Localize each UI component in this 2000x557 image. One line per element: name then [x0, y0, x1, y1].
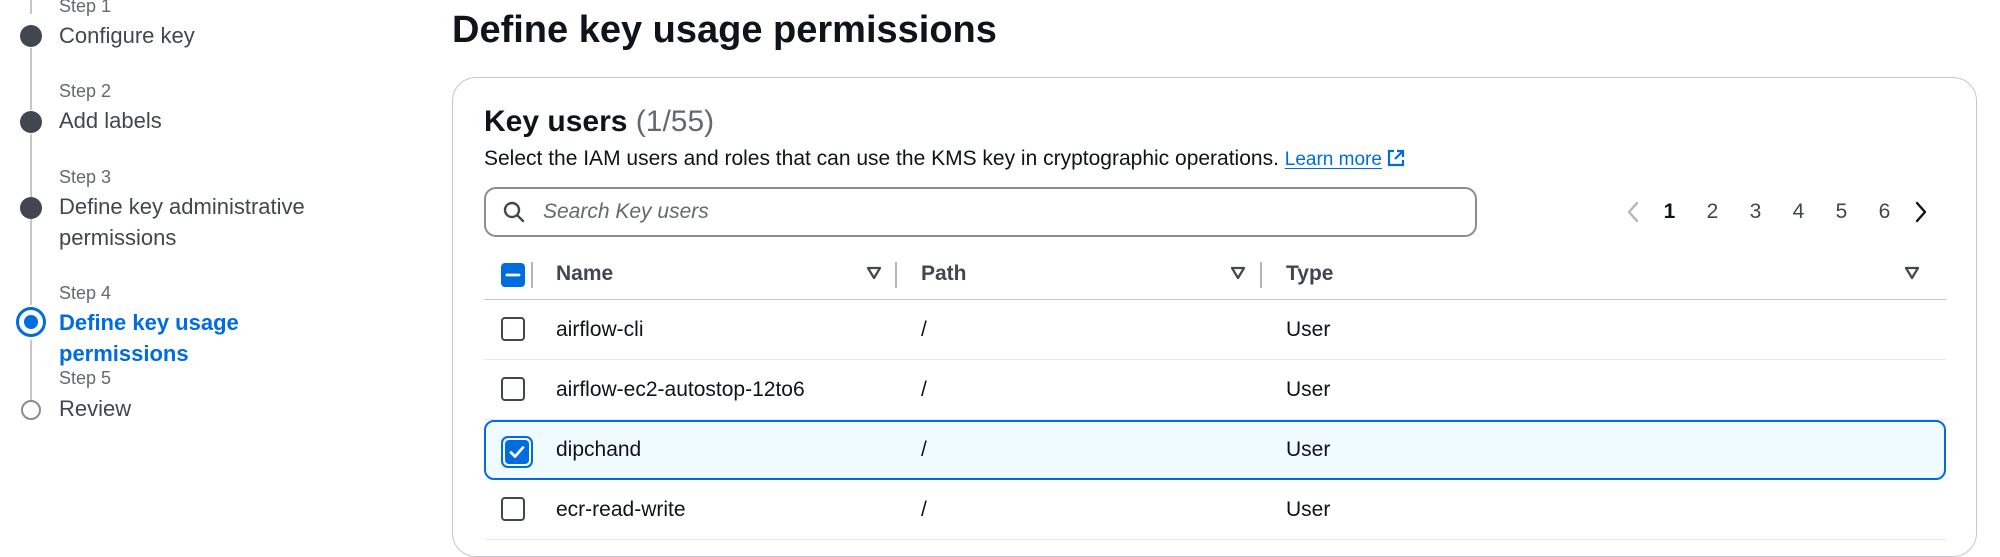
step-connector [30, 340, 32, 402]
row-path: / [921, 498, 927, 521]
wizard-stepper: Step 1 Configure key Step 2 Add labels S… [0, 0, 420, 526]
row-type: User [1286, 378, 1331, 401]
checkmark-icon [509, 446, 525, 458]
step-2-link[interactable]: Add labels [59, 105, 359, 136]
row-path: / [921, 378, 927, 401]
table-row[interactable]: ecr-read-write / User [484, 480, 1946, 540]
learn-more-label: Learn more [1284, 149, 1382, 170]
sort-name-icon[interactable] [866, 266, 882, 285]
row-path: / [921, 318, 927, 341]
row-checkbox[interactable] [501, 497, 525, 521]
page-3-button[interactable]: 3 [1734, 195, 1777, 229]
step-connector [30, 219, 32, 305]
chevron-left-icon [1627, 201, 1639, 223]
key-users-description: Select the IAM users and roles that can … [484, 145, 1406, 177]
step-connector [30, 0, 32, 14]
step-connector [30, 48, 32, 110]
page-6-button[interactable]: 6 [1863, 195, 1906, 229]
page-5-button[interactable]: 5 [1820, 195, 1863, 229]
step-1-link[interactable]: Configure key [59, 20, 359, 51]
table-row-selected[interactable]: dipchand / User [484, 420, 1946, 480]
column-divider[interactable] [531, 262, 533, 288]
step-connector [30, 134, 32, 197]
table-row[interactable]: airflow-cli / User [484, 300, 1946, 360]
row-checkbox[interactable] [501, 317, 525, 341]
learn-more-link[interactable]: Learn more [1285, 149, 1406, 170]
step-4-current-indicator [16, 307, 46, 337]
step-4-number: Step 4 [59, 283, 112, 303]
row-name: ecr-read-write [556, 498, 686, 521]
step-1-complete-indicator [20, 25, 42, 47]
row-checkbox[interactable] [501, 377, 525, 401]
next-page-button[interactable] [1906, 195, 1936, 229]
page-2-button[interactable]: 2 [1691, 195, 1734, 229]
row-checkbox-checked[interactable] [501, 436, 533, 473]
step-5-pending-indicator [21, 400, 41, 420]
column-divider[interactable] [895, 262, 897, 288]
row-name: dipchand [556, 438, 642, 461]
key-users-heading-text: Key users [484, 105, 628, 138]
select-all-checkbox[interactable] [501, 263, 525, 287]
table-header: Name Path Type [484, 248, 1946, 300]
indeterminate-icon [505, 273, 521, 277]
search-key-users-box[interactable] [484, 187, 1477, 237]
row-path: / [921, 438, 927, 461]
row-name: airflow-cli [556, 318, 644, 341]
key-users-container: Key users (1/55) Select the IAM users an… [452, 77, 1977, 557]
search-icon [502, 200, 526, 229]
step-3-complete-indicator [20, 197, 42, 219]
chevron-right-icon [1915, 201, 1927, 223]
previous-page-button[interactable] [1618, 195, 1648, 229]
column-divider[interactable] [1260, 262, 1262, 288]
step-4-current-title: Define key usage permissions [59, 310, 239, 366]
row-type: User [1286, 318, 1331, 341]
page-title: Define key usage permissions [452, 9, 997, 51]
row-type: User [1286, 498, 1331, 521]
step-5-title: Review [59, 396, 132, 421]
row-type: User [1286, 438, 1331, 461]
external-link-icon [1386, 148, 1406, 177]
step-3-number: Step 3 [59, 167, 112, 187]
step-5-number: Step 5 [59, 368, 112, 388]
key-users-count: (1/55) [635, 105, 715, 138]
table-row[interactable]: airflow-ec2-autostop-12to6 / User [484, 360, 1946, 420]
column-header-path[interactable]: Path [921, 260, 967, 288]
sort-path-icon[interactable] [1230, 266, 1246, 285]
key-users-table: Name Path Type airflow-cli / User airflo… [484, 248, 1946, 540]
page-4-button[interactable]: 4 [1777, 195, 1820, 229]
key-users-description-text: Select the IAM users and roles that can … [484, 147, 1279, 170]
row-name: airflow-ec2-autostop-12to6 [556, 378, 805, 401]
page-1-button[interactable]: 1 [1648, 195, 1691, 229]
column-header-name[interactable]: Name [556, 260, 613, 288]
column-header-type[interactable]: Type [1286, 260, 1333, 288]
pagination: 1 2 3 4 5 6 [1618, 195, 1936, 229]
step-2-complete-indicator [20, 111, 42, 133]
step-1-number: Step 1 [59, 0, 112, 16]
sort-type-icon[interactable] [1904, 266, 1920, 285]
key-users-heading: Key users (1/55) [484, 103, 714, 141]
step-3-link[interactable]: Define key administrative permissions [59, 191, 359, 253]
step-2-number: Step 2 [59, 81, 112, 101]
search-key-users-input[interactable] [541, 189, 1441, 234]
